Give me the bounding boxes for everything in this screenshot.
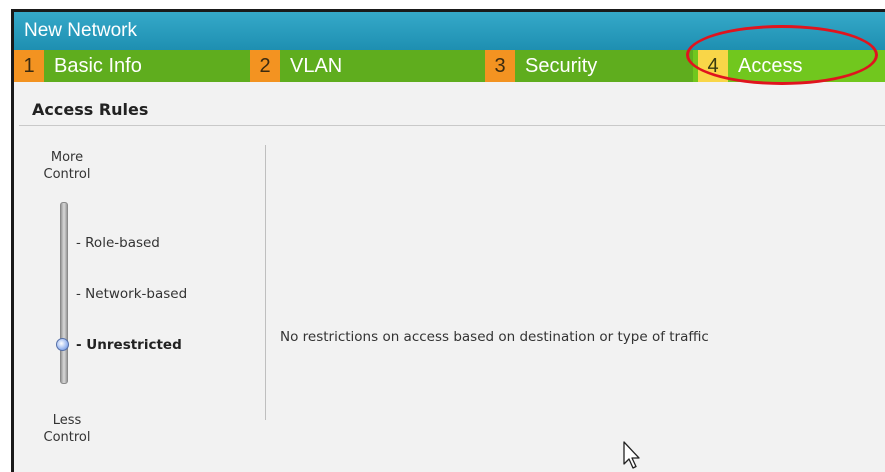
more-control-label: More Control <box>43 150 91 182</box>
tab-vlan[interactable]: 2 VLAN <box>250 50 485 82</box>
access-rule-description: No restrictions on access based on desti… <box>280 329 709 345</box>
slider-option-role-based[interactable]: - Role-based <box>76 235 160 251</box>
tab-number: 3 <box>485 50 515 82</box>
tab-security[interactable]: 3 Security <box>485 50 693 82</box>
tab-label: Basic Info <box>54 54 142 77</box>
slider-option-unrestricted[interactable]: - Unrestricted <box>76 337 182 353</box>
window-title: New Network <box>14 12 885 50</box>
wizard-tabs: 1 Basic Info 2 VLAN 3 Security 4 Access <box>14 50 885 82</box>
mouse-cursor-icon <box>623 441 640 469</box>
section-title: Access Rules <box>32 100 149 119</box>
tab-access[interactable]: 4 Access <box>693 50 885 82</box>
less-control-label: Less Control <box>43 413 91 445</box>
new-network-dialog: New Network 1 Basic Info 2 VLAN 3 Securi… <box>11 9 885 472</box>
tab-number: 1 <box>14 50 44 82</box>
tab-basic-info[interactable]: 1 Basic Info <box>14 50 250 82</box>
panel-divider <box>265 145 266 420</box>
tab-number: 4 <box>698 50 728 82</box>
tab-label: VLAN <box>290 54 343 77</box>
slider-option-network-based[interactable]: - Network-based <box>76 286 187 302</box>
slider-knob-icon[interactable] <box>56 338 69 351</box>
tab-label: Security <box>525 54 598 77</box>
section-divider <box>19 125 885 126</box>
access-level-slider[interactable] <box>60 202 68 384</box>
tab-label: Access <box>738 54 803 77</box>
tab-number: 2 <box>250 50 280 82</box>
access-level-slider-panel: More Control - Role-based - Network-based… <box>14 132 269 462</box>
